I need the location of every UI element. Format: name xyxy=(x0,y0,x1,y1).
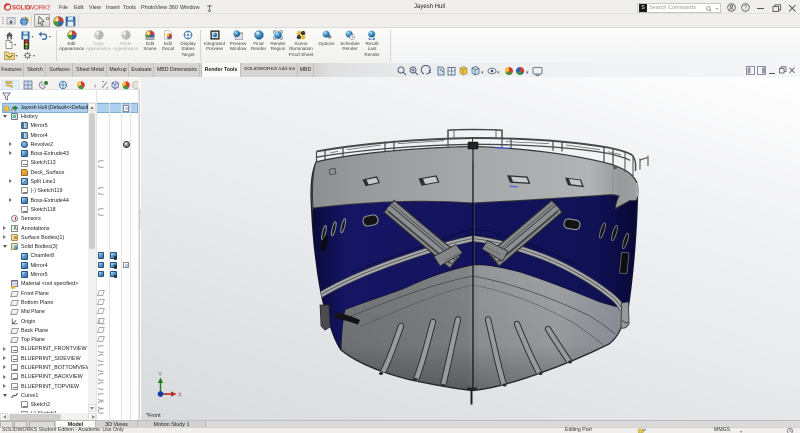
svg-text:Y: Y xyxy=(158,372,162,378)
svg-text:▾: ▾ xyxy=(497,70,500,76)
svg-text:‹: ‹ xyxy=(94,83,97,90)
svg-text:▾: ▾ xyxy=(481,70,484,76)
svg-text:X: X xyxy=(178,393,182,399)
svg-text:▾: ▾ xyxy=(526,70,529,76)
svg-text:WORKS: WORKS xyxy=(29,5,51,11)
